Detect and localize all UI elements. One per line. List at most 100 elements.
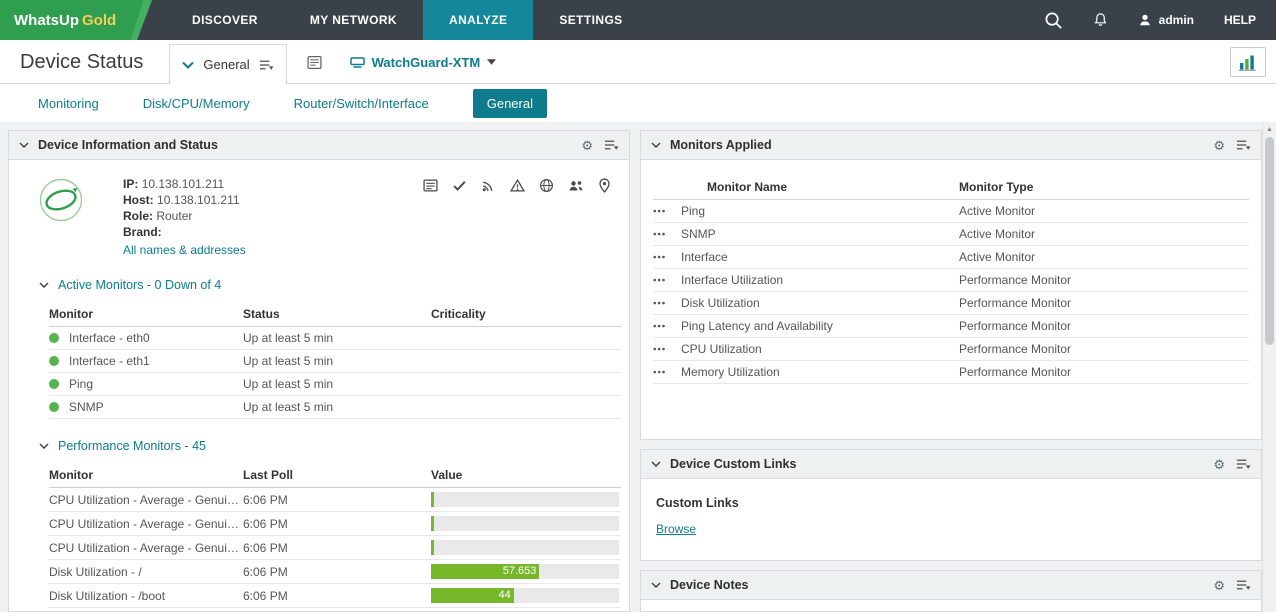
device-custom-links-panel: Device Custom Links ⚙ Custom Links Brows… <box>640 449 1262 561</box>
active-monitor-row[interactable]: Interface - eth0 Up at least 5 min <box>49 327 621 350</box>
web-globe-icon[interactable] <box>539 178 554 193</box>
nav-item-analyze[interactable]: ANALYZE <box>423 0 533 40</box>
scrollbar-up-arrow[interactable]: ▲ <box>1263 122 1276 136</box>
panel-menu-icon[interactable] <box>1236 579 1251 591</box>
col-criticality: Criticality <box>431 302 621 327</box>
status-up-dot <box>49 379 59 389</box>
active-monitor-row[interactable]: Ping Up at least 5 min <box>49 373 621 396</box>
search-icon[interactable] <box>1044 11 1063 30</box>
wireless-icon[interactable] <box>481 178 496 193</box>
user-icon <box>1138 13 1152 27</box>
monitor-row[interactable]: Memory Utilization Performance Monitor <box>653 361 1249 384</box>
performance-monitor-row[interactable]: CPU Utilization - Average - Genuin... 6:… <box>49 488 621 512</box>
panel-menu-icon[interactable] <box>1236 139 1251 151</box>
value-bar-fill <box>431 492 434 507</box>
whatsup-gold-logo[interactable]: WhatsUp Gold <box>0 0 152 40</box>
active-monitor-row[interactable]: SNMP Up at least 5 min <box>49 396 621 419</box>
help-link[interactable]: HELP <box>1224 13 1256 27</box>
nav-item-my-network[interactable]: MY NETWORK <box>284 0 423 40</box>
row-menu-dots-icon[interactable] <box>653 301 681 305</box>
monitor-status: Up at least 5 min <box>243 396 431 419</box>
nav-item-discover[interactable]: DISCOVER <box>166 0 284 40</box>
row-menu-dots-icon[interactable] <box>653 209 681 213</box>
monitor-row[interactable]: Ping Active Monitor <box>653 200 1249 223</box>
subtab-disk-cpu-memory[interactable]: Disk/CPU/Memory <box>143 96 250 111</box>
subtab-monitoring[interactable]: Monitoring <box>38 96 99 111</box>
col-value: Value <box>431 463 621 488</box>
location-pin-icon[interactable] <box>598 178 611 193</box>
gear-icon[interactable]: ⚙ <box>1213 458 1225 471</box>
col-last-poll: Last Poll <box>243 463 431 488</box>
custom-links-label: Custom Links <box>656 496 1246 510</box>
monitor-row[interactable]: Interface Active Monitor <box>653 246 1249 269</box>
scrollbar-thumb[interactable] <box>1265 137 1274 345</box>
row-menu-dots-icon[interactable] <box>653 324 681 328</box>
user-name: admin <box>1159 13 1194 27</box>
warning-icon[interactable] <box>510 178 525 193</box>
monitor-row[interactable]: CPU Utilization Performance Monitor <box>653 338 1249 361</box>
value-bar: 57.653 <box>431 564 619 579</box>
monitor-name: CPU Utilization - Average - Genuin... <box>49 488 243 512</box>
performance-monitor-row[interactable]: CPU Utilization - Average - Genuin... 6:… <box>49 512 621 536</box>
value-bar: 44 <box>431 588 619 603</box>
row-menu-dots-icon[interactable] <box>653 370 681 374</box>
value-bar <box>431 492 619 507</box>
monitor-row[interactable]: SNMP Active Monitor <box>653 223 1249 246</box>
device-selector[interactable]: WatchGuard-XTM <box>350 55 497 70</box>
panel-menu-icon[interactable] <box>604 139 619 151</box>
device-notes-header[interactable]: Device Notes ⚙ <box>641 571 1261 600</box>
custom-links-header[interactable]: Device Custom Links ⚙ <box>641 450 1261 479</box>
chart-button[interactable] <box>1230 47 1266 77</box>
performance-monitor-row[interactable]: Disk Utilization - /dev/shm 6:06 PM <box>49 608 621 612</box>
row-menu-dots-icon[interactable] <box>653 232 681 236</box>
monitors-applied-body: Monitor Name Monitor Type Ping Active Mo… <box>641 160 1261 439</box>
subtab-router-switch-interface[interactable]: Router/Switch/Interface <box>294 96 429 111</box>
gear-icon[interactable]: ⚙ <box>1213 139 1225 152</box>
check-icon[interactable] <box>452 178 467 193</box>
monitor-name: Ping Latency and Availability <box>681 319 959 333</box>
all-names-addresses-link[interactable]: All names & addresses <box>123 242 246 258</box>
device-fields: IP: 10.138.101.211 Host: 10.138.101.211 … <box>123 176 246 258</box>
subtab-general[interactable]: General <box>473 89 547 118</box>
performance-monitor-row[interactable]: CPU Utilization - Average - Genuin... 6:… <box>49 536 621 560</box>
monitors-applied-header[interactable]: Monitors Applied ⚙ <box>641 131 1261 160</box>
monitor-name: Interface - eth0 <box>69 331 150 345</box>
monitor-type: Performance Monitor <box>959 342 1249 356</box>
monitor-name: Disk Utilization - /dev/shm <box>49 608 243 612</box>
nav-item-settings[interactable]: SETTINGS <box>533 0 648 40</box>
performance-monitor-row[interactable]: Disk Utilization - /boot 6:06 PM 44 <box>49 584 621 608</box>
table-header-row: Monitor Last Poll Value <box>49 463 621 488</box>
whatsup-gold-device-status-page: { "topnav": { "brand_1": "WhatsUp", "bra… <box>0 0 1276 612</box>
row-menu-dots-icon[interactable] <box>653 255 681 259</box>
monitor-name: Disk Utilization - /boot <box>49 584 243 608</box>
monitor-type: Active Monitor <box>959 227 1249 241</box>
collapse-chevron-icon <box>651 142 661 148</box>
active-monitors-toggle[interactable]: Active Monitors - 0 Down of 4 <box>39 278 615 292</box>
browse-link[interactable]: Browse <box>656 522 696 536</box>
device-info-panel: Device Information and Status ⚙ IP: 10.1… <box>8 130 630 612</box>
last-poll: 6:06 PM <box>243 608 431 612</box>
gear-icon[interactable]: ⚙ <box>581 139 593 152</box>
collapse-chevron-icon <box>39 443 49 449</box>
status-up-dot <box>49 356 59 366</box>
report-icon[interactable] <box>423 178 438 193</box>
report-list-icon[interactable] <box>307 55 322 70</box>
group-icon[interactable] <box>568 178 584 193</box>
router-device-icon[interactable] <box>39 178 83 222</box>
monitor-row[interactable]: Disk Utilization Performance Monitor <box>653 292 1249 315</box>
panel-menu-icon[interactable] <box>1236 458 1251 470</box>
performance-monitors-toggle[interactable]: Performance Monitors - 45 <box>39 439 615 453</box>
active-monitor-row[interactable]: Interface - eth1 Up at least 5 min <box>49 350 621 373</box>
col-status: Status <box>243 302 431 327</box>
monitor-row[interactable]: Ping Latency and Availability Performanc… <box>653 315 1249 338</box>
notifications-bell-icon[interactable] <box>1093 12 1108 28</box>
monitor-row[interactable]: Interface Utilization Performance Monito… <box>653 269 1249 292</box>
device-info-panel-header[interactable]: Device Information and Status ⚙ <box>9 131 629 160</box>
vertical-scrollbar[interactable]: ▲ <box>1262 122 1276 612</box>
user-menu[interactable]: admin <box>1138 13 1194 27</box>
performance-monitor-row[interactable]: Disk Utilization - / 6:06 PM 57.653 <box>49 560 621 584</box>
row-menu-dots-icon[interactable] <box>653 278 681 282</box>
view-tab-general[interactable]: General <box>169 44 286 84</box>
gear-icon[interactable]: ⚙ <box>1213 579 1225 592</box>
row-menu-dots-icon[interactable] <box>653 347 681 351</box>
